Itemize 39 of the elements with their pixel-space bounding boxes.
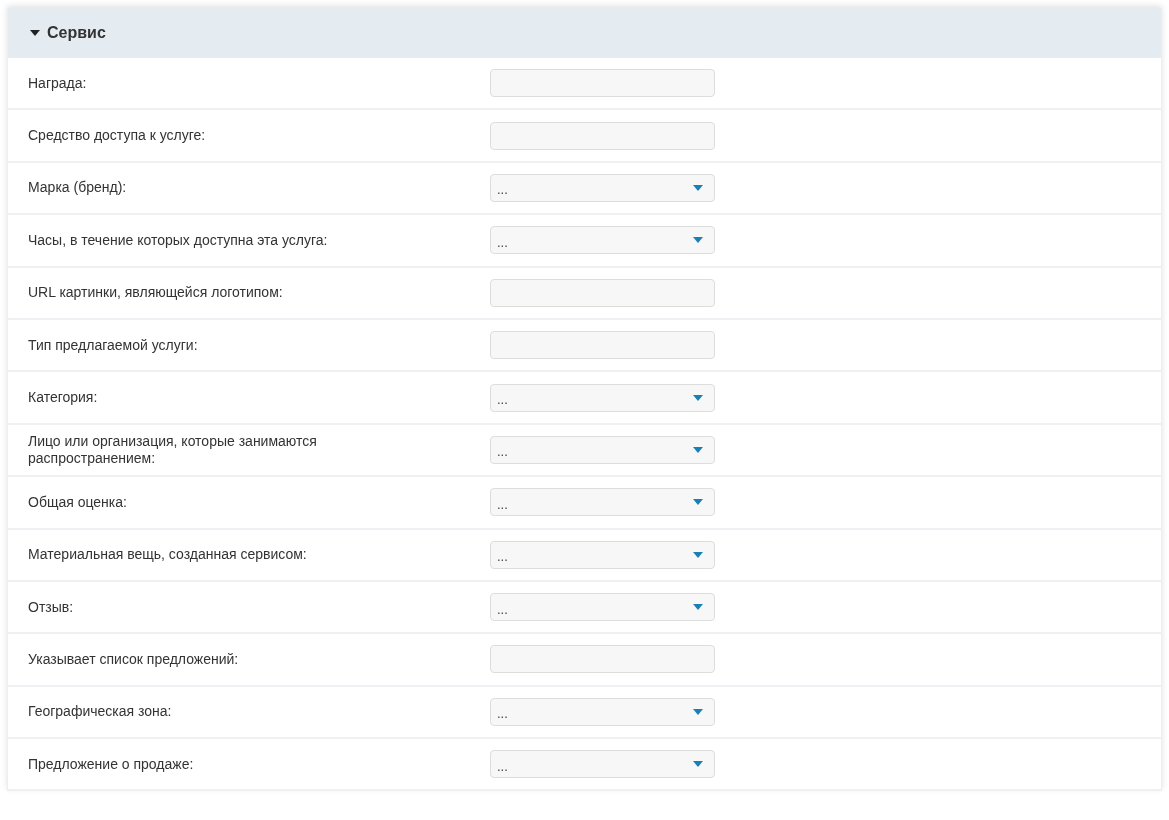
- select-field[interactable]: ...: [490, 540, 715, 569]
- dropdown-arrow-icon: [693, 708, 703, 715]
- dropdown-arrow-icon: [693, 446, 703, 453]
- select-field[interactable]: ...: [490, 750, 715, 779]
- dropdown-arrow-icon: [693, 237, 703, 244]
- select-field[interactable]: ...: [490, 488, 715, 517]
- text-field[interactable]: [490, 121, 715, 150]
- dropdown-arrow-icon: [693, 761, 703, 768]
- select-field[interactable]: ...: [490, 383, 715, 412]
- field-label: Средство доступа к услуге:: [28, 127, 207, 145]
- dropdown-arrow-icon: [693, 184, 703, 191]
- select-field[interactable]: ...: [490, 697, 715, 726]
- field-label: Географическая зона:: [28, 703, 173, 721]
- text-field[interactable]: [490, 69, 715, 98]
- field-label: Материальная вещь, созданная сервисом:: [28, 546, 308, 564]
- section-header[interactable]: Сервис: [8, 8, 1161, 58]
- field-label: Лицо или организация, которые занимаются распространением:: [28, 432, 318, 467]
- field-label: Отзыв:: [28, 598, 75, 616]
- section-title: Сервис: [47, 24, 106, 42]
- field-label: URL картинки, являющейся логотипом:: [28, 284, 284, 302]
- dropdown-arrow-icon: [693, 604, 703, 611]
- dropdown-arrow-icon: [693, 551, 703, 558]
- dropdown-arrow-icon: [693, 499, 703, 506]
- text-field[interactable]: [490, 645, 715, 674]
- text-field[interactable]: [490, 331, 715, 360]
- field-label: Общая оценка:: [28, 493, 128, 511]
- select-field[interactable]: ...: [490, 173, 715, 202]
- dropdown-arrow-icon: [693, 394, 703, 401]
- field-label: Часы, в течение которых доступна эта услуга:: [28, 231, 329, 249]
- text-field[interactable]: [490, 278, 715, 307]
- field-label: Предложение о продаже:: [28, 755, 195, 773]
- select-field[interactable]: ...: [490, 226, 715, 255]
- select-field[interactable]: ...: [490, 435, 715, 464]
- field-label: Указывает список предложений:: [28, 651, 240, 668]
- field-label: Тип предлагаемой услуги:: [28, 336, 199, 354]
- field-label: Категория:: [28, 389, 99, 407]
- field-label: Награда:: [28, 74, 88, 92]
- select-field[interactable]: ...: [490, 593, 715, 622]
- field-label: Марка (бренд):: [28, 179, 128, 197]
